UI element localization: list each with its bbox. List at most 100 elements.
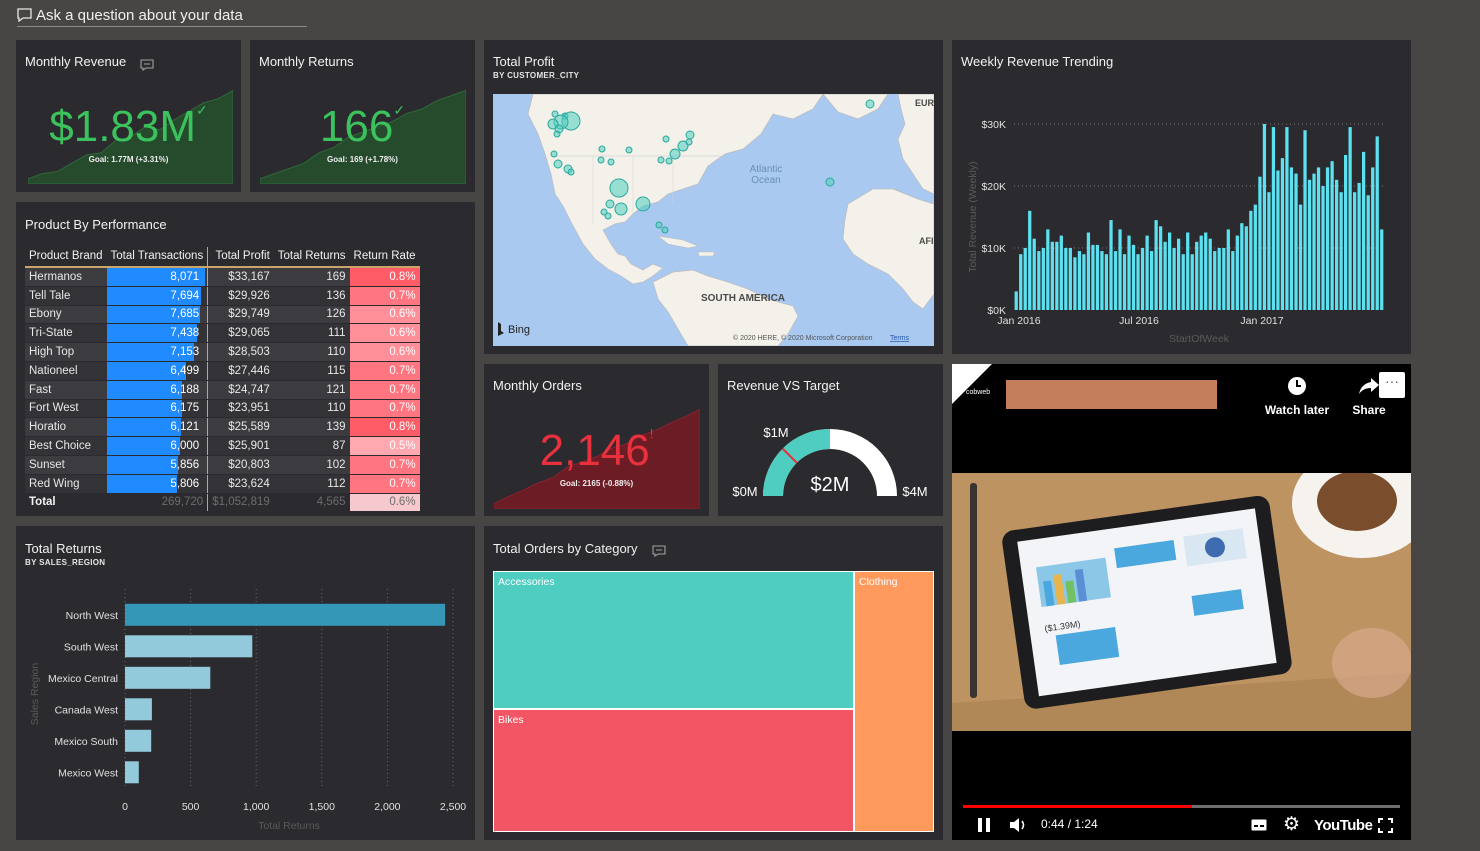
weekly-bar[interactable]: [1222, 248, 1226, 310]
weekly-bar[interactable]: [1285, 127, 1289, 310]
weekly-bar[interactable]: [1136, 254, 1140, 310]
region-bar[interactable]: [125, 729, 152, 752]
comment-icon[interactable]: [140, 59, 154, 71]
weekly-bar[interactable]: [1366, 195, 1370, 310]
table-row[interactable]: Tell Tale 7,694 $29,926 136 0.7%: [25, 286, 420, 306]
weekly-bar[interactable]: [1046, 229, 1050, 310]
weekly-bar[interactable]: [1104, 254, 1109, 310]
weekly-bar[interactable]: [1344, 155, 1348, 310]
weekly-bar[interactable]: [1177, 238, 1181, 310]
weekly-bar[interactable]: [1231, 251, 1235, 310]
tile-orders-by-category[interactable]: Total Orders by Category Accessories Bik…: [484, 526, 943, 840]
weekly-bar[interactable]: [1181, 254, 1185, 310]
table-row[interactable]: High Top 7,153 $28,503 110 0.6%: [25, 342, 420, 362]
tile-product-performance[interactable]: Product By Performance Product Brand Tota…: [16, 202, 475, 516]
region-bar[interactable]: [125, 698, 152, 721]
tile-weekly-revenue[interactable]: Weekly Revenue Trending $0K $10K $20K $30K J…: [952, 40, 1411, 354]
table-row[interactable]: Horatio 6,121 $25,589 139 0.8%: [25, 417, 420, 438]
weekly-bar[interactable]: [1163, 241, 1167, 310]
weekly-bar[interactable]: [1145, 235, 1149, 310]
weekly-bar[interactable]: [1213, 251, 1217, 310]
weekly-bar[interactable]: [1186, 232, 1190, 311]
weekly-bar[interactable]: [1362, 151, 1366, 310]
weekly-bar[interactable]: [1032, 238, 1036, 310]
watch-later-button[interactable]: Watch later: [1262, 376, 1332, 417]
weekly-bar[interactable]: [1082, 254, 1086, 310]
settings-icon[interactable]: ⚙: [1283, 813, 1300, 836]
weekly-bar[interactable]: [1028, 210, 1032, 310]
more-options-button[interactable]: ···: [1379, 372, 1405, 398]
weekly-bar[interactable]: [1357, 182, 1361, 310]
treemap-bikes[interactable]: Bikes: [493, 709, 854, 832]
weekly-bar[interactable]: [1267, 192, 1271, 310]
weekly-bar[interactable]: [1122, 254, 1127, 310]
map[interactable]: Atlantic Ocean SOUTH AMERICA EUR AFI Bing…: [493, 94, 934, 346]
weekly-bar[interactable]: [1253, 204, 1257, 310]
weekly-bar[interactable]: [1240, 223, 1244, 310]
weekly-bar[interactable]: [1262, 124, 1267, 310]
column-header-1[interactable]: Total Transactions: [106, 247, 209, 268]
weekly-bar[interactable]: [1113, 251, 1118, 310]
table-row[interactable]: Nationeel 6,499 $27,446 115 0.7%: [25, 361, 420, 381]
weekly-bar[interactable]: [1312, 173, 1316, 310]
table-row[interactable]: Red Wing 5,806 $23,624 112 0.7%: [25, 474, 420, 494]
weekly-bar[interactable]: [1100, 251, 1104, 310]
weekly-bar[interactable]: [1190, 254, 1194, 310]
weekly-bar[interactable]: [1280, 158, 1285, 310]
weekly-bar[interactable]: [1380, 229, 1384, 310]
weekly-bar[interactable]: [1244, 226, 1248, 310]
weekly-bar[interactable]: [1271, 127, 1276, 310]
tile-monthly-orders[interactable]: Monthly Orders 2,146! Goal: 2165 (-0.88%…: [484, 364, 709, 516]
table-row[interactable]: Ebony 7,685 $29,749 126 0.6%: [25, 305, 420, 325]
tile-total-returns-region[interactable]: Total Returns BY SALES_REGION 0 500 1,000 1…: [16, 526, 475, 840]
youtube-logo[interactable]: YouTube: [1314, 817, 1373, 834]
weekly-bar[interactable]: [1294, 173, 1298, 310]
pause-icon[interactable]: [977, 818, 991, 832]
weekly-bar[interactable]: [1316, 167, 1321, 310]
comment-icon[interactable]: [652, 545, 666, 557]
map-terms-link[interactable]: Terms: [890, 335, 910, 342]
weekly-bar[interactable]: [1131, 244, 1136, 310]
weekly-bar[interactable]: [1330, 161, 1334, 310]
tile-monthly-returns[interactable]: Monthly Returns 166✓ Goal: 169 (+1.78%): [250, 40, 475, 192]
weekly-bar[interactable]: [1258, 176, 1262, 310]
weekly-bar[interactable]: [1091, 244, 1095, 310]
column-header-4[interactable]: Return Rate: [349, 247, 420, 268]
weekly-bar[interactable]: [1348, 127, 1352, 310]
table-row[interactable]: Best Choice 6,000 $25,901 87 0.5%: [25, 436, 420, 456]
weekly-bar[interactable]: [1073, 257, 1077, 310]
tile-monthly-revenue[interactable]: Monthly Revenue $1.83M✓ Goal: 1.77M (+3.…: [16, 40, 241, 192]
treemap-accessories[interactable]: Accessories: [493, 571, 854, 709]
region-bar[interactable]: [125, 603, 446, 626]
column-header-3[interactable]: Total Returns: [273, 247, 350, 268]
weekly-bar[interactable]: [1289, 167, 1294, 310]
weekly-bar[interactable]: [1055, 241, 1059, 310]
weekly-bar[interactable]: [1064, 248, 1068, 310]
weekly-bar[interactable]: [1037, 251, 1041, 310]
table-row[interactable]: Fast 6,188 $24,747 121 0.7%: [25, 380, 420, 400]
weekly-bar[interactable]: [1235, 235, 1239, 310]
weekly-bar[interactable]: [1353, 192, 1357, 310]
weekly-bar[interactable]: [1371, 167, 1375, 310]
weekly-bar[interactable]: [1159, 226, 1163, 310]
weekly-bar[interactable]: [1276, 170, 1280, 311]
weekly-bar[interactable]: [1298, 204, 1303, 310]
weekly-bar[interactable]: [1095, 244, 1100, 310]
weekly-bar[interactable]: [1325, 167, 1330, 310]
weekly-bar[interactable]: [1204, 232, 1208, 311]
volume-icon[interactable]: [1009, 817, 1029, 833]
weekly-bar[interactable]: [1154, 220, 1158, 310]
weekly-bar[interactable]: [1050, 241, 1054, 310]
weekly-bar[interactable]: [1109, 220, 1113, 310]
fullscreen-icon[interactable]: [1378, 818, 1393, 833]
table-row[interactable]: Fort West 6,175 $23,951 110 0.7%: [25, 399, 420, 419]
region-bar[interactable]: [125, 666, 211, 689]
table-row[interactable]: Hermanos 8,071 $33,167 169 0.8%: [25, 267, 420, 287]
region-bar[interactable]: [125, 635, 253, 658]
tile-video[interactable]: cobweb Watch later Share ··· ($1.39M) 0:…: [952, 364, 1411, 840]
column-header-0[interactable]: Product Brand: [25, 247, 107, 268]
weekly-bar[interactable]: [1150, 251, 1154, 310]
weekly-bar[interactable]: [1041, 248, 1045, 310]
weekly-bar[interactable]: [1077, 251, 1082, 310]
weekly-bar[interactable]: [1339, 192, 1343, 310]
